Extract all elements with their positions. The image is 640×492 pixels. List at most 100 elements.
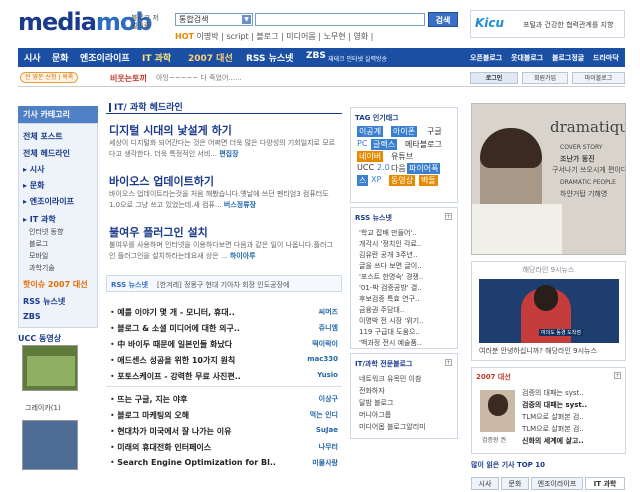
sidebar-item[interactable]: ▸ 문화: [23, 180, 45, 191]
blog-item[interactable]: 머니아그룹: [359, 410, 391, 420]
nav-item-rss-newsnet[interactable]: RSS 뉴스넷: [246, 51, 293, 64]
list-item-author[interactable]: SuJae: [298, 426, 338, 434]
rss-item[interactable]: 이명박 전 시장 '위기..: [359, 316, 424, 326]
nav-item-politics[interactable]: 시사: [24, 51, 41, 64]
sidebar-item[interactable]: 전체 헤드라인: [23, 148, 70, 159]
candidate-photo[interactable]: [480, 390, 515, 432]
sidebar-item[interactable]: 과학기술: [29, 263, 55, 273]
tag-link[interactable]: 다음: [391, 163, 406, 174]
list-item[interactable]: • 미래의 휴대전화 인터페이스: [110, 442, 211, 453]
story-author-link[interactable]: 하이아루: [230, 252, 256, 260]
election-item[interactable]: TLM으로 살펴본 검..: [522, 412, 584, 422]
list-item-author[interactable]: 이상구: [298, 394, 338, 404]
tag-link[interactable]: 벽돌: [419, 175, 438, 186]
tag-link[interactable]: 2.0: [377, 163, 390, 172]
blog-item[interactable]: 미디어몹 블로그알리미: [359, 422, 426, 432]
list-item-author[interactable]: mac330: [298, 355, 338, 363]
list-item-author[interactable]: 나무터: [298, 442, 338, 452]
nav-item-culture[interactable]: 문화: [52, 51, 69, 64]
tag-link[interactable]: 구글: [427, 126, 442, 137]
rss-item[interactable]: 김유란 공개 3주년..: [359, 250, 417, 260]
tag-link[interactable]: PC: [357, 139, 367, 148]
rss-headline[interactable]: [한겨레] 정몽구 현대 기아차 회장 인도공장에: [157, 280, 290, 290]
tag-link[interactable]: 이공계: [357, 126, 384, 137]
sidebar-item[interactable]: 블로그: [29, 239, 48, 249]
list-item-author[interactable]: 씨머즈: [298, 307, 338, 317]
story-author-link[interactable]: 편집장: [219, 150, 238, 158]
election-item[interactable]: TLM으로 살펴본 검..: [522, 424, 584, 434]
election-item[interactable]: 신화의 세계에 살고..: [522, 436, 584, 446]
more-icon[interactable]: +: [614, 372, 621, 379]
ticker-subtext[interactable]: 아잉~~~~~ 다 죽었어......: [156, 73, 242, 83]
tag-link[interactable]: 파이어폭: [407, 163, 441, 174]
list-item[interactable]: • 예를 이야기 몇 개 - 모니터, 휴대..: [110, 307, 235, 318]
nav-item-drama[interactable]: 드라마닥: [593, 53, 619, 63]
tab-culture[interactable]: 문화: [501, 477, 529, 490]
hot-keywords[interactable]: HOT 이명박 | script | 블로그 | 미디어몹 | 노무현 | 영화…: [175, 31, 373, 42]
nav-item-utdae-blog[interactable]: 웃대블로그: [511, 53, 543, 63]
tag-link[interactable]: 동영상: [389, 175, 416, 186]
ucc-caption[interactable]: 그레이카(1): [25, 403, 61, 413]
search-button[interactable]: 검색: [428, 12, 458, 27]
list-item-author[interactable]: 쥬니엠: [298, 323, 338, 333]
subscription-badge[interactable]: 전 영문 신청 | 목록: [20, 72, 79, 83]
banner-ad[interactable]: Kicu 포털과 건강한 협력관계를 지향: [470, 10, 625, 38]
nav-item-zbs[interactable]: ZBS: [306, 51, 326, 61]
tag-link[interactable]: 메타블로그: [405, 139, 442, 150]
rss-item[interactable]: '01-박 검증공방' 결..: [359, 283, 422, 293]
ticker-headline[interactable]: 비웃는토끼: [110, 73, 147, 84]
video-caption[interactable]: 여러분 안녕하십니까? 해당라인 9시뉴스: [479, 346, 597, 356]
list-item[interactable]: • 애드센스 성공을 위한 10가지 원칙: [110, 355, 235, 366]
list-item-author[interactable]: 미물사랑: [298, 458, 338, 468]
election-item[interactable]: 검증의 대패는 syst..: [522, 400, 587, 410]
nav-item-election[interactable]: 2007 대선: [188, 51, 233, 64]
rss-item[interactable]: 후보검증 특효 연구..: [359, 294, 419, 304]
tag-link[interactable]: UCC: [357, 163, 374, 172]
blog-item[interactable]: 달밤 블로그: [359, 398, 393, 408]
list-item-author[interactable]: Yusio: [298, 371, 338, 379]
sidebar-item[interactable]: 모바일: [29, 251, 48, 261]
election-item[interactable]: 검증의 대패는 syst..: [522, 388, 584, 398]
blog-item[interactable]: 전화하자: [359, 386, 385, 396]
rss-item[interactable]: '학교 잡배 만들어'..: [359, 228, 417, 238]
login-button[interactable]: 로그인: [470, 72, 518, 84]
sidebar-item[interactable]: 인터넷 동향: [29, 227, 63, 237]
list-item[interactable]: • 뜨는 구글, 지는 야후: [110, 394, 188, 405]
tag-link[interactable]: 스: [357, 175, 369, 186]
myblog-button[interactable]: 마이블로그: [572, 72, 625, 84]
list-item-author[interactable]: 먹는 인디: [298, 410, 338, 420]
rss-item[interactable]: 금융권 주담대..: [359, 305, 404, 315]
sidebar-item[interactable]: ▸ IT 과학: [23, 214, 56, 225]
sidebar-item[interactable]: ZBS: [23, 312, 41, 321]
video-player[interactable]: 여의도 동경 도착점: [479, 279, 619, 343]
rss-item[interactable]: 글을 쓰다 보면 글이..: [359, 261, 422, 271]
sidebar-item[interactable]: 전체 포스트: [23, 131, 63, 142]
rss-news-box[interactable]: RSS 뉴스넷 [한겨레] 정몽구 현대 기아차 회장 인도공장에: [106, 275, 342, 292]
ucc-video-thumbnail[interactable]: [22, 345, 78, 391]
list-item[interactable]: • 블로그 & 소셜 미디어에 대한 의구..: [110, 323, 240, 334]
signup-button[interactable]: 회원가입: [522, 72, 568, 84]
list-item[interactable]: • Search Engine Optimization for Bl..: [110, 458, 276, 467]
search-input[interactable]: [255, 13, 425, 26]
list-item[interactable]: • 블로그 마케팅의 오해: [110, 410, 189, 421]
tag-link[interactable]: XP: [371, 175, 381, 184]
nav-item-it-science[interactable]: IT 과학: [142, 51, 171, 64]
rss-item[interactable]: 119 구급대 도움으..: [359, 327, 420, 337]
story-title[interactable]: 바이오스 업데이트하기: [109, 173, 214, 189]
nav-item-blog-jungle[interactable]: 블로그정글: [552, 53, 584, 63]
sidebar-item[interactable]: 핫이슈 2007 대선: [23, 279, 88, 290]
more-icon[interactable]: +: [445, 213, 452, 220]
tag-link[interactable]: 아이폰: [391, 126, 418, 137]
rss-item[interactable]: '백과정 전시 예술품..: [359, 338, 421, 348]
story-title[interactable]: 디지털 시대의 낯설게 하기: [109, 122, 232, 138]
list-item[interactable]: • 中 바이두 때문에 일본인들 화났다: [110, 339, 232, 350]
sidebar-item[interactable]: ▸ 시사: [23, 164, 45, 175]
tag-link[interactable]: 유튜브: [391, 151, 413, 162]
tab-politics[interactable]: 시사: [471, 477, 499, 490]
blog-item[interactable]: 네트워크 유목민 이참: [359, 374, 421, 384]
tag-link[interactable]: 네이버: [357, 151, 384, 162]
nav-item-enjoylife[interactable]: 엔조이라이프: [80, 51, 130, 64]
sidebar-item[interactable]: ▸ 엔조이라이프: [23, 196, 74, 207]
nav-item-openblog[interactable]: 오픈블로그: [470, 53, 502, 63]
rss-item[interactable]: '포스트 한명숙' 경쟁..: [359, 272, 423, 282]
